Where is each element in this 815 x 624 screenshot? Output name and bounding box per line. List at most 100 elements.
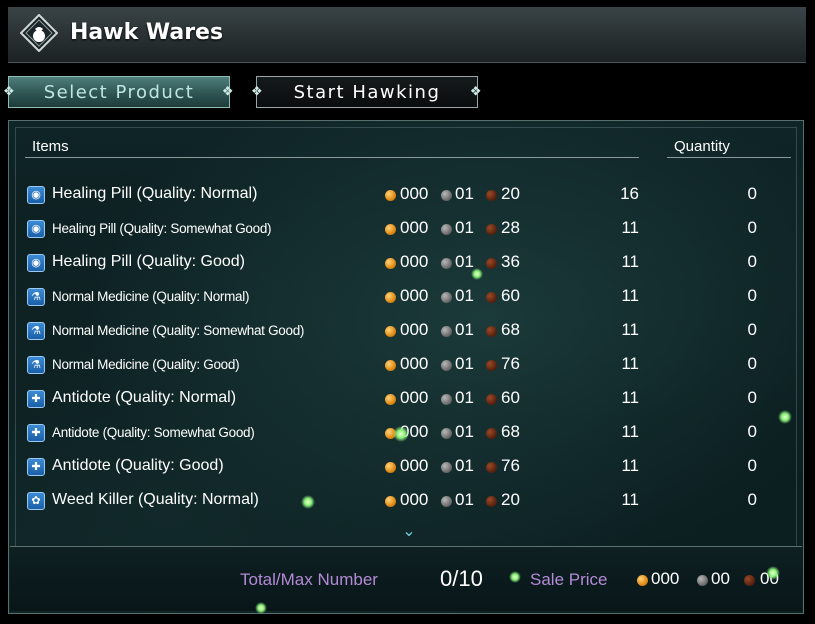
item-name: Normal Medicine (Quality: Somewhat Good) [52, 323, 305, 338]
flask-icon: ⚗ [27, 322, 45, 340]
item-price-silver: 01 [455, 422, 474, 441]
item-stock: 11 [621, 354, 639, 373]
antidote-icon: ✚ [27, 458, 45, 476]
item-quantity[interactable]: 0 [727, 252, 757, 272]
item-price-gold: 000 [400, 252, 429, 271]
item-quantity[interactable]: 0 [727, 490, 757, 510]
gold-coin-icon [385, 292, 396, 303]
gold-coin-icon [385, 258, 396, 269]
copper-coin-icon [486, 258, 497, 269]
silver-coin-icon [441, 394, 452, 405]
gold-coin-icon [385, 496, 396, 507]
items-header: Items [32, 138, 69, 155]
item-price-silver: 01 [455, 320, 474, 339]
tab-right-ornament-icon: ❖ [469, 84, 483, 100]
copper-coin-icon [486, 292, 497, 303]
item-price-silver: 01 [455, 456, 474, 475]
item-price-gold: 000 [400, 490, 429, 509]
pill-bag-icon: ◉ [27, 220, 45, 238]
item-price-copper: 20 [501, 490, 520, 509]
sale-price-gold: 000 [651, 569, 680, 588]
flask-icon: ⚗ [27, 288, 45, 306]
item-quantity[interactable]: 0 [727, 218, 757, 238]
item-price-copper: 68 [501, 422, 520, 441]
item-price-gold: 000 [400, 286, 429, 305]
item-price-silver: 01 [455, 490, 474, 509]
item-price-gold: 000 [400, 218, 429, 237]
item-stock: 11 [621, 490, 639, 509]
item-price-gold: 000 [400, 320, 429, 339]
pill-bag-icon: ◉ [27, 186, 45, 204]
tab-left-ornament-icon: ❖ [251, 84, 265, 100]
total-max-label: Total/Max Number [240, 570, 378, 589]
gold-coin-icon [385, 360, 396, 371]
firefly-glow [509, 571, 521, 583]
silver-coin-icon [697, 575, 708, 586]
firefly-glow [255, 602, 267, 614]
quantity-header-divider [667, 157, 791, 158]
copper-coin-icon [486, 428, 497, 439]
item-row[interactable]: ⚗ Normal Medicine (Quality: Good) 000 01 76 1… [27, 351, 787, 381]
item-row[interactable]: ✿ Weed Killer (Quality: Normal) 000 01 20 11 0 [27, 487, 787, 517]
item-quantity[interactable]: 0 [727, 422, 757, 442]
item-price-copper: 68 [501, 320, 520, 339]
item-quantity[interactable]: 0 [727, 320, 757, 340]
item-name: Normal Medicine (Quality: Normal) [52, 289, 250, 304]
item-price-gold: 000 [400, 456, 429, 475]
item-row[interactable]: ◉ Healing Pill (Quality: Somewhat Good) 00… [27, 215, 787, 245]
sale-price-label: Sale Price [530, 570, 608, 589]
title-bar: Hawk Wares [8, 7, 806, 63]
item-quantity[interactable]: 0 [727, 184, 757, 204]
firefly-glow [778, 410, 792, 424]
item-row[interactable]: ✚ Antidote (Quality: Normal) 000 01 60 11 0 [27, 385, 787, 415]
antidote-icon: ✚ [27, 390, 45, 408]
copper-coin-icon [486, 496, 497, 507]
item-quantity[interactable]: 0 [727, 286, 757, 306]
item-row[interactable]: ✚ Antidote (Quality: Good) 000 01 76 11 0 [27, 453, 787, 483]
item-price-gold: 000 [400, 354, 429, 373]
item-name: Weed Killer (Quality: Normal) [52, 491, 259, 508]
item-stock: 11 [621, 456, 639, 475]
item-stock: 11 [621, 320, 639, 339]
items-header-divider [25, 157, 639, 158]
item-price-silver: 01 [455, 388, 474, 407]
tab-select-product[interactable]: ❖ Select Product ❖ [3, 76, 233, 108]
pouch-emblem-icon [20, 14, 58, 52]
product-list-panel: Items Quantity ◉ Healing Pill (Quality: N… [8, 120, 804, 614]
item-row[interactable]: ⚗ Normal Medicine (Quality: Somewhat Good… [27, 317, 787, 347]
item-price-silver: 01 [455, 286, 474, 305]
silver-coin-icon [441, 292, 452, 303]
gold-coin-icon [385, 462, 396, 473]
quantity-header: Quantity [674, 138, 730, 155]
item-price-copper: 60 [501, 286, 520, 305]
item-row[interactable]: ◉ Healing Pill (Quality: Normal) 000 01 20 16… [27, 181, 787, 211]
tab-start-hawking[interactable]: ❖ Start Hawking ❖ [251, 76, 481, 108]
tab-select-product-label: Select Product [43, 81, 195, 103]
item-quantity[interactable]: 0 [727, 354, 757, 374]
gold-coin-icon [385, 394, 396, 405]
item-quantity[interactable]: 0 [727, 456, 757, 476]
item-row[interactable]: ⚗ Normal Medicine (Quality: Normal) 000 01 6… [27, 283, 787, 313]
antidote-icon: ✚ [27, 424, 45, 442]
tab-left-ornament-icon: ❖ [3, 84, 17, 100]
item-price-copper: 20 [501, 184, 520, 203]
item-stock: 11 [621, 252, 639, 271]
sale-price-silver: 00 [711, 569, 730, 588]
item-price-silver: 01 [455, 184, 474, 203]
item-price-copper: 76 [501, 354, 520, 373]
silver-coin-icon [441, 224, 452, 235]
item-price-copper: 60 [501, 388, 520, 407]
silver-coin-icon [441, 496, 452, 507]
item-price-copper: 28 [501, 218, 520, 237]
item-stock: 16 [620, 184, 639, 203]
scroll-down-chevron-icon[interactable]: ⌄ [399, 524, 419, 540]
item-name: Healing Pill (Quality: Normal) [52, 185, 258, 202]
item-quantity[interactable]: 0 [727, 388, 757, 408]
item-row[interactable]: ◉ Healing Pill (Quality: Good) 000 01 36 11 0 [27, 249, 787, 279]
copper-coin-icon [486, 360, 497, 371]
gold-coin-icon [637, 575, 648, 586]
item-price-copper: 36 [501, 252, 520, 271]
silver-coin-icon [441, 326, 452, 337]
firefly-glow [301, 495, 315, 509]
item-name: Normal Medicine (Quality: Good) [52, 357, 240, 372]
